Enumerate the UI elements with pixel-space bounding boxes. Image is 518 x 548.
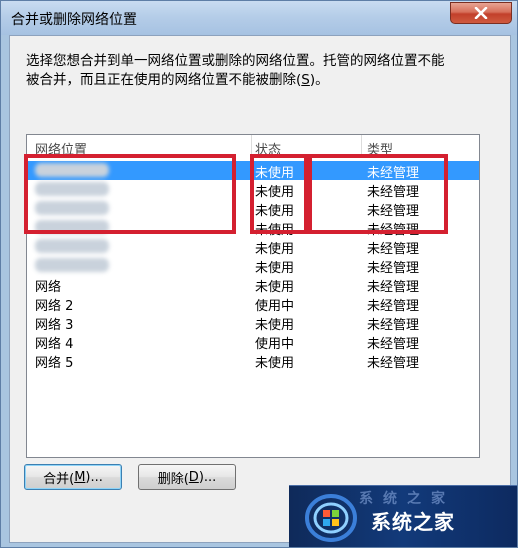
window-title: 合并或删除网络位置 — [11, 12, 137, 28]
instructions-line-2-end: )。 — [309, 72, 329, 88]
redacted-name — [35, 257, 109, 272]
list-item-name — [35, 257, 109, 272]
delete-button-ellipsis: )... — [198, 469, 217, 485]
list-item-type: 未经管理 — [367, 280, 420, 295]
dialog-body: 选择您想合并到单一网络位置或删除的网络位置。托管的网络位置不能 被合并，而且正在… — [9, 35, 511, 543]
redacted-name — [35, 238, 109, 253]
list-item-type: 未经管理 — [367, 337, 420, 352]
close-button[interactable] — [450, 2, 512, 24]
annotation-box-type — [308, 154, 448, 234]
merge-button-ellipsis: )... — [85, 469, 103, 485]
list-item[interactable]: 网络 4 使用中 未经管理 — [27, 332, 479, 352]
annotation-box-names — [24, 154, 236, 234]
delete-button[interactable]: 删除(D)... — [138, 464, 236, 490]
annotation-box-status — [250, 154, 308, 234]
list-item-type: 未经管理 — [367, 356, 420, 371]
instructions-accel-key: S — [301, 72, 310, 88]
merge-button[interactable]: 合并(M)... — [24, 464, 122, 490]
merge-accel-key: M — [74, 469, 86, 485]
close-icon — [474, 7, 488, 19]
watermark-text: 系统之家 — [371, 510, 455, 534]
list-item-type: 未经管理 — [367, 242, 420, 257]
list-item-status: 使用中 — [255, 337, 295, 352]
merge-button-label: 合并( — [43, 471, 75, 487]
delete-accel-key: D — [188, 469, 199, 485]
list-item-name: 网络 — [35, 280, 62, 295]
list-item-name: 网络 5 — [35, 356, 74, 371]
list-item-status: 未使用 — [255, 318, 295, 333]
delete-button-label: 删除( — [157, 471, 189, 487]
watermark-banner: 系统之家 系统之家 — [289, 485, 517, 547]
list-item[interactable]: 网络 3 未使用 未经管理 — [27, 313, 479, 333]
list-item[interactable]: 网络 5 未使用 未经管理 — [27, 351, 479, 371]
instructions-text: 选择您想合并到单一网络位置或删除的网络位置。托管的网络位置不能 被合并，而且正在… — [26, 52, 496, 90]
instructions-line-1: 选择您想合并到单一网络位置或删除的网络位置。托管的网络位置不能 — [26, 53, 445, 69]
title-bar[interactable]: 合并或删除网络位置 — [1, 1, 517, 35]
list-item-status: 使用中 — [255, 299, 295, 314]
list-item-status: 未使用 — [255, 280, 295, 295]
list-item[interactable]: 网络 未使用 未经管理 — [27, 275, 479, 295]
instructions-line-2: 被合并，而且正在使用的网络位置不能被删除(S)。 — [26, 71, 496, 90]
watermark-deco-text: 系统之家 — [359, 491, 455, 507]
list-item-name — [35, 238, 109, 253]
list-item[interactable]: 网络 2 使用中 未经管理 — [27, 294, 479, 314]
list-item-name: 网络 3 — [35, 318, 74, 333]
list-item-status: 未使用 — [255, 242, 295, 257]
list-item-status: 未使用 — [255, 261, 295, 276]
list-item[interactable]: 未使用 未经管理 — [27, 256, 479, 276]
list-item-type: 未经管理 — [367, 261, 420, 276]
list-item-status: 未使用 — [255, 356, 295, 371]
dialog-window: 合并或删除网络位置 选择您想合并到单一网络位置或删除的网络位置。托管的网络位置不… — [0, 0, 518, 548]
list-item-name: 网络 2 — [35, 299, 74, 314]
instructions-line-2-text: 被合并，而且正在使用的网络位置不能被删除( — [26, 72, 302, 88]
list-item-type: 未经管理 — [367, 318, 420, 333]
windows-logo-icon — [305, 494, 357, 542]
list-item-type: 未经管理 — [367, 299, 420, 314]
list-item[interactable]: 未使用 未经管理 — [27, 237, 479, 257]
list-item-name: 网络 4 — [35, 337, 74, 352]
